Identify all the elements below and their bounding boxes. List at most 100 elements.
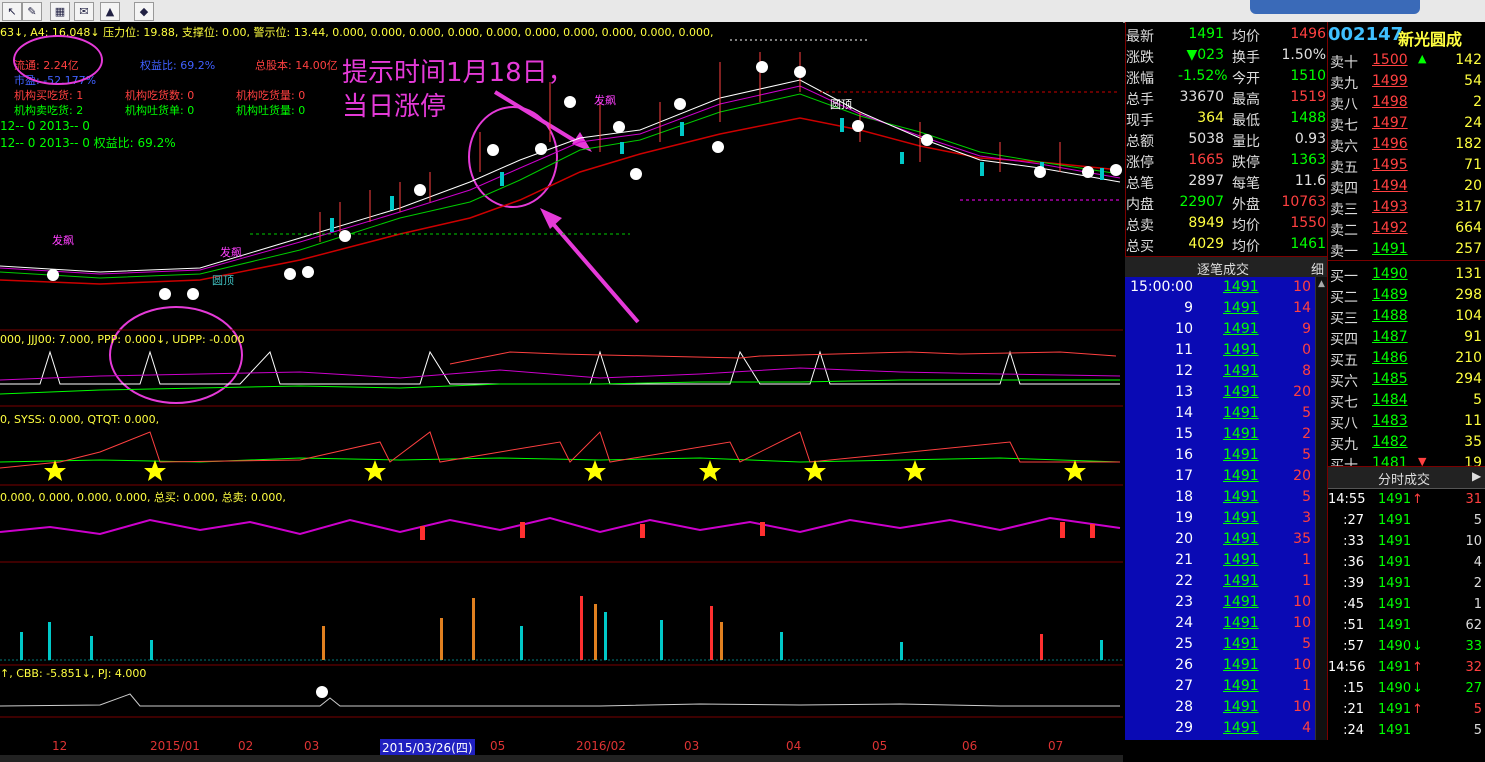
timeshare-time: :39 xyxy=(1343,576,1364,591)
arrow-icon[interactable]: ↖ xyxy=(2,2,22,21)
quote-value: 11.6 xyxy=(1294,173,1326,189)
order-level-bid[interactable]: 买九 1482 35 xyxy=(1328,432,1485,453)
tick-time: 24 xyxy=(1175,615,1193,631)
order-label: 卖八 xyxy=(1330,97,1358,113)
chart-icon[interactable]: ▲ xyxy=(100,2,120,21)
order-volume: 664 xyxy=(1455,220,1482,236)
order-label: 卖三 xyxy=(1330,202,1358,218)
tick-time: 27 xyxy=(1175,678,1193,694)
tick-volume: 4 xyxy=(1302,720,1311,736)
timeshare-volume: 2 xyxy=(1473,576,1482,591)
timeshare-direction-icon: ↓ xyxy=(1412,639,1423,654)
tick-volume: 20 xyxy=(1293,384,1311,400)
order-level-bid[interactable]: 买七 1484 5 xyxy=(1328,390,1485,411)
order-mark-icon: ▲ xyxy=(1418,52,1427,65)
order-level-bid[interactable]: 买八 1483 11 xyxy=(1328,411,1485,432)
tick-row: 22 1491 1 xyxy=(1125,571,1315,592)
tick-detail-button[interactable]: 细 xyxy=(1311,259,1324,278)
order-price: 1482 xyxy=(1372,434,1408,450)
diamond-icon[interactable]: ◆ xyxy=(134,2,154,21)
quote-label: 总额 xyxy=(1126,134,1154,150)
order-level-ask[interactable]: 卖一 1491 257 xyxy=(1328,239,1485,260)
timeshare-header: 分时成交 ▶ xyxy=(1328,466,1485,489)
timeshare-row: :51 1491 62 xyxy=(1328,616,1485,637)
order-price: 1487 xyxy=(1372,329,1408,345)
pattern-label-5: 圆顶 xyxy=(212,274,234,287)
order-level-ask[interactable]: 卖六 1496 182 xyxy=(1328,134,1485,155)
indicator-tab-strip[interactable] xyxy=(0,755,1123,762)
tick-header: 逐笔成交 细 xyxy=(1125,256,1327,278)
order-level-bid[interactable]: 买二 1489 298 xyxy=(1328,285,1485,306)
quote-value: 1363 xyxy=(1290,152,1326,168)
tick-row: 14 1491 5 xyxy=(1125,403,1315,424)
tick-time: 16 xyxy=(1175,447,1193,463)
tick-time: 18 xyxy=(1175,489,1193,505)
tick-row: 18 1491 5 xyxy=(1125,487,1315,508)
tick-volume: 5 xyxy=(1302,447,1311,463)
quote-label: 每笔 xyxy=(1232,176,1260,192)
quote-row: 总手 33670 最高 1519 xyxy=(1126,87,1328,108)
tick-volume: 35 xyxy=(1293,531,1311,547)
order-volume: 71 xyxy=(1464,157,1482,173)
toolbar: ↖ ✎ ▦ ✉ ▲ ◆ xyxy=(0,0,1485,23)
order-volume: 131 xyxy=(1455,266,1482,282)
order-volume: 54 xyxy=(1464,73,1482,89)
order-level-bid[interactable]: 买四 1487 91 xyxy=(1328,327,1485,348)
order-level-bid[interactable]: 买五 1486 210 xyxy=(1328,348,1485,369)
quote-label: 现手 xyxy=(1126,113,1154,129)
note-icon[interactable]: ✉ xyxy=(74,2,94,21)
tick-time: 29 xyxy=(1175,720,1193,736)
tick-time: 19 xyxy=(1175,510,1193,526)
order-level-ask[interactable]: 卖五 1495 71 xyxy=(1328,155,1485,176)
date-tick: 2016/02 xyxy=(576,739,626,753)
order-level-ask[interactable]: 卖九 1499 54 xyxy=(1328,71,1485,92)
tick-volume: 10 xyxy=(1293,615,1311,631)
order-volume: 182 xyxy=(1455,136,1482,152)
timeshare-row: :57 1490 ↓ 33 xyxy=(1328,637,1485,658)
order-label: 卖六 xyxy=(1330,139,1358,155)
timeshare-price: 1491 xyxy=(1378,555,1412,570)
order-level-ask[interactable]: 卖八 1498 2 xyxy=(1328,92,1485,113)
draw-icon[interactable]: ✎ xyxy=(22,2,42,21)
order-level-ask[interactable]: 卖二 1492 664 xyxy=(1328,218,1485,239)
quote-value: 4029 xyxy=(1188,236,1224,252)
quote-label: 最低 xyxy=(1232,113,1260,129)
indicator-2-line: 0, SYSS: 0.000, QTQT: 0.000, xyxy=(0,413,160,426)
annotation-line-1: 提示时间1月18日， xyxy=(342,58,574,88)
order-price: 1498 xyxy=(1372,94,1408,110)
quote-row: 总笔 2897 每笔 11.6 xyxy=(1126,171,1328,192)
order-label: 卖一 xyxy=(1330,244,1358,260)
order-volume: 142 xyxy=(1455,52,1482,68)
tick-price: 1491 xyxy=(1223,342,1259,358)
tick-list[interactable]: 15:00:00 1491 10 9 1491 14 10 1491 9 11 1491 0 12 149… xyxy=(1125,277,1315,740)
tick-price: 1491 xyxy=(1223,552,1259,568)
order-level-ask[interactable]: 卖四 1494 20 xyxy=(1328,176,1485,197)
order-level-bid[interactable]: 买一 1490 131 xyxy=(1328,264,1485,285)
order-label: 买八 xyxy=(1330,416,1358,432)
order-level-ask[interactable]: 卖十 1500 ▲ 142 xyxy=(1328,50,1485,71)
timeshare-volume: 5 xyxy=(1473,513,1482,528)
tick-price: 1491 xyxy=(1223,321,1259,337)
quote-value: 1.50% xyxy=(1281,47,1326,63)
timeshare-time: :21 xyxy=(1343,702,1364,717)
calc-icon[interactable]: ▦ xyxy=(50,2,70,21)
tick-volume: 5 xyxy=(1302,636,1311,652)
timeshare-volume: 4 xyxy=(1473,555,1482,570)
order-level-ask[interactable]: 卖七 1497 24 xyxy=(1328,113,1485,134)
tick-row: 15:00:00 1491 10 xyxy=(1125,277,1315,298)
tick-volume: 8 xyxy=(1302,363,1311,379)
order-level-bid[interactable]: 买六 1485 294 xyxy=(1328,369,1485,390)
kline-chart-area[interactable]: 63↓, A4: 16.048↓ 压力位: 19.88, 支撑位: 0.00, … xyxy=(0,22,1123,762)
tick-volume: 10 xyxy=(1293,594,1311,610)
tick-price: 1491 xyxy=(1223,636,1259,652)
timeshare-row: :27 1491 5 xyxy=(1328,511,1485,532)
expand-arrow-icon[interactable]: ▶ xyxy=(1472,469,1481,483)
timeshare-time: 14:56 xyxy=(1328,660,1366,675)
order-level-ask[interactable]: 卖三 1493 317 xyxy=(1328,197,1485,218)
top-tab-strip[interactable] xyxy=(1250,0,1420,14)
tick-price: 1491 xyxy=(1223,510,1259,526)
quote-value: 33670 xyxy=(1179,89,1224,105)
timeshare-price: 1491 xyxy=(1378,576,1412,591)
quote-label: 最新 xyxy=(1126,29,1154,45)
order-level-bid[interactable]: 买三 1488 104 xyxy=(1328,306,1485,327)
